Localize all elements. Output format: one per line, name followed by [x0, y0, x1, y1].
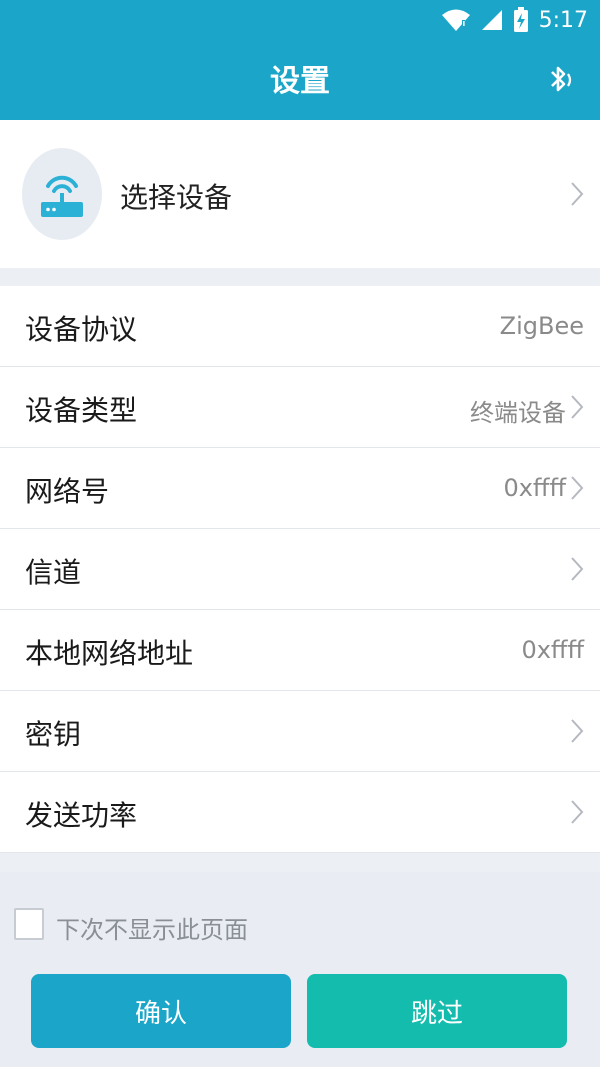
settings-list: 设备协议 ZigBee 设备类型 终端设备网络号 0xffff 信道本地网络地址 0xfff…	[0, 286, 600, 853]
setting-label: 设备协议	[25, 313, 138, 346]
skip-button[interactable]: 跳过	[307, 974, 567, 1048]
select-device-label: 选择设备	[120, 181, 233, 214]
app-header: 5:17 设置	[0, 0, 600, 120]
chevron-right-icon	[571, 476, 584, 500]
wifi-icon	[441, 9, 470, 31]
bluetooth-button[interactable]	[544, 60, 578, 100]
select-device-row[interactable]: 选择设备	[0, 120, 600, 268]
settings-row[interactable]: 网络号 0xffff	[0, 448, 600, 529]
chevron-right-icon	[571, 800, 584, 824]
chevron-right-icon	[571, 719, 584, 743]
dont-show-again-label[interactable]: 下次不显示此页面	[56, 910, 248, 945]
setting-label: 设备类型	[25, 394, 138, 427]
footer: 下次不显示此页面 确认 跳过	[0, 872, 600, 1067]
confirm-button[interactable]: 确认	[31, 974, 291, 1048]
status-icons: 5:17	[441, 4, 588, 36]
status-time: 5:17	[538, 7, 588, 33]
setting-label: 网络号	[25, 475, 110, 508]
setting-value: 终端设备	[470, 399, 566, 427]
settings-row[interactable]: 设备协议 ZigBee	[0, 286, 600, 367]
chevron-right-icon	[571, 395, 584, 419]
bluetooth-icon	[551, 66, 572, 92]
battery-charging-icon	[513, 7, 528, 32]
setting-label: 本地网络地址	[25, 637, 194, 670]
setting-label: 密钥	[25, 718, 82, 751]
settings-row[interactable]: 密钥	[0, 691, 600, 772]
setting-label: 信道	[25, 556, 82, 589]
status-bar: 5:17	[0, 0, 600, 40]
dont-show-again-checkbox[interactable]	[14, 908, 44, 940]
setting-label: 发送功率	[25, 799, 138, 832]
setting-value: 0xffff	[503, 474, 566, 502]
setting-value: ZigBee	[499, 312, 584, 340]
device-avatar	[22, 148, 102, 240]
settings-row[interactable]: 发送功率	[0, 772, 600, 853]
chevron-right-icon	[571, 182, 584, 206]
settings-row[interactable]: 信道	[0, 529, 600, 610]
settings-row[interactable]: 设备类型 终端设备	[0, 367, 600, 448]
chevron-right-icon	[571, 557, 584, 581]
router-icon	[41, 175, 83, 217]
signal-icon	[481, 10, 502, 30]
settings-row[interactable]: 本地网络地址 0xffff	[0, 610, 600, 691]
page-title: 设置	[270, 64, 330, 99]
setting-value: 0xffff	[521, 636, 584, 664]
